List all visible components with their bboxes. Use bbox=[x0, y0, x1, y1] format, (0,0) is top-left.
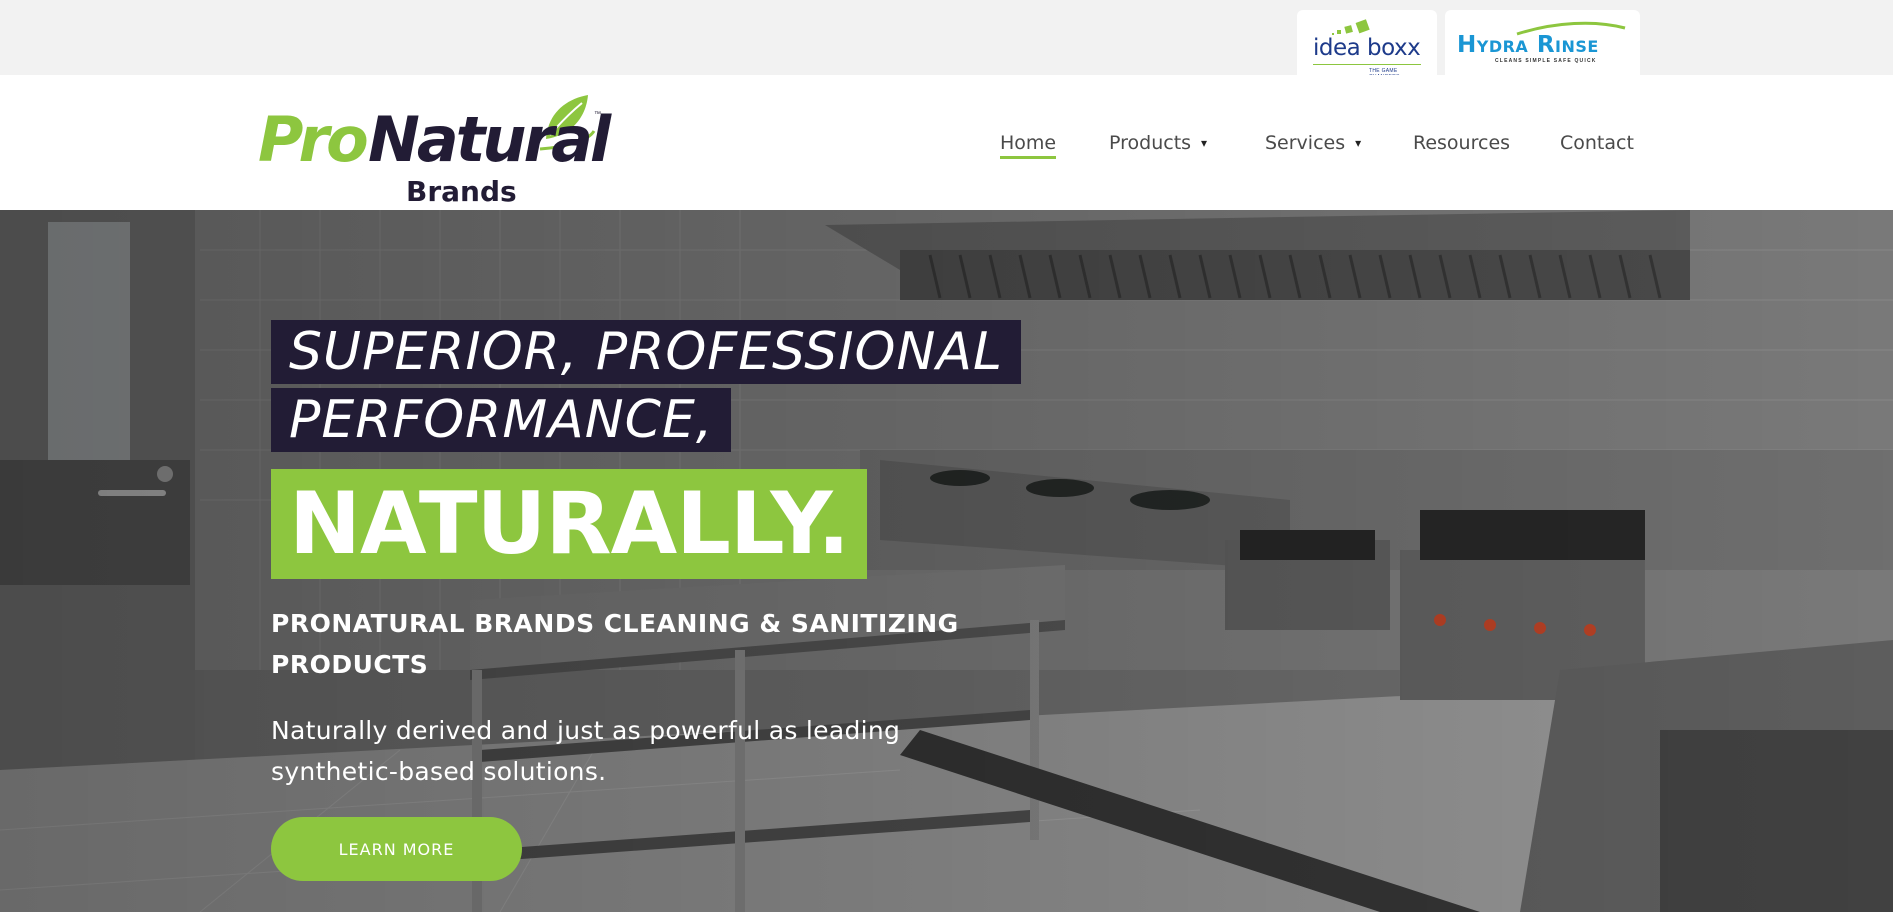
logo-underline bbox=[1313, 63, 1421, 65]
logo-trademark: ™ bbox=[594, 111, 601, 118]
hero-headline-line2: PERFORMANCE, bbox=[271, 388, 732, 452]
nav-home-label: Home bbox=[1000, 132, 1057, 159]
hydra-rinse-wordmark: Hydra Rinse bbox=[1457, 31, 1599, 58]
hero-subheading: PRONATURAL BRANDS CLEANING & SANITIZING … bbox=[271, 609, 959, 679]
nav-contact[interactable]: Contact bbox=[1560, 132, 1634, 154]
hero-section: SUPERIOR, PROFESSIONAL PERFORMANCE, NATU… bbox=[0, 210, 1893, 912]
logo-pro-text: Pro bbox=[258, 103, 369, 176]
idea-boxx-wordmark: idea boxx bbox=[1313, 34, 1421, 61]
nav-resources-label: Resources bbox=[1413, 132, 1511, 154]
hero-headline-highlight: NATURALLY. bbox=[271, 469, 868, 579]
chevron-down-icon: ▾ bbox=[1355, 136, 1362, 150]
nav-home[interactable]: Home bbox=[1000, 132, 1057, 159]
hero-description: Naturally derived and just as powerful a… bbox=[271, 716, 901, 786]
learn-more-button[interactable]: LEARN MORE bbox=[271, 817, 522, 881]
chevron-down-icon: ▾ bbox=[1201, 136, 1208, 150]
top-partner-bar: idea boxx THE GAME CHANGERS Hydra Rinse … bbox=[0, 0, 1893, 80]
pronatural-brands-logo[interactable]: Pro Natural ™ Brands bbox=[258, 91, 611, 208]
idea-boxx-partner-link[interactable]: idea boxx THE GAME CHANGERS bbox=[1297, 10, 1437, 80]
nav-resources[interactable]: Resources bbox=[1413, 132, 1510, 154]
nav-contact-label: Contact bbox=[1560, 132, 1634, 154]
hero-headline-line1: SUPERIOR, PROFESSIONAL bbox=[271, 320, 1021, 384]
hydra-rinse-logo: Hydra Rinse CLEANS SIMPLE SAFE QUICK bbox=[1455, 18, 1630, 68]
nav-products-label: Products bbox=[1109, 132, 1192, 154]
logo-brands-text: Brands bbox=[406, 175, 517, 208]
hydra-rinse-partner-link[interactable]: Hydra Rinse CLEANS SIMPLE SAFE QUICK bbox=[1445, 10, 1640, 75]
nav-services[interactable]: Services ▾ bbox=[1265, 132, 1361, 154]
logo-natural-text: Natural bbox=[368, 103, 611, 176]
site-header: Pro Natural ™ Brands Home Products ▾ Ser… bbox=[0, 75, 1893, 210]
idea-boxx-logo: idea boxx THE GAME CHANGERS bbox=[1311, 17, 1423, 80]
hydra-rinse-tagline: CLEANS SIMPLE SAFE QUICK bbox=[1495, 57, 1597, 64]
nav-services-label: Services bbox=[1265, 132, 1346, 154]
nav-products[interactable]: Products ▾ bbox=[1109, 132, 1207, 154]
